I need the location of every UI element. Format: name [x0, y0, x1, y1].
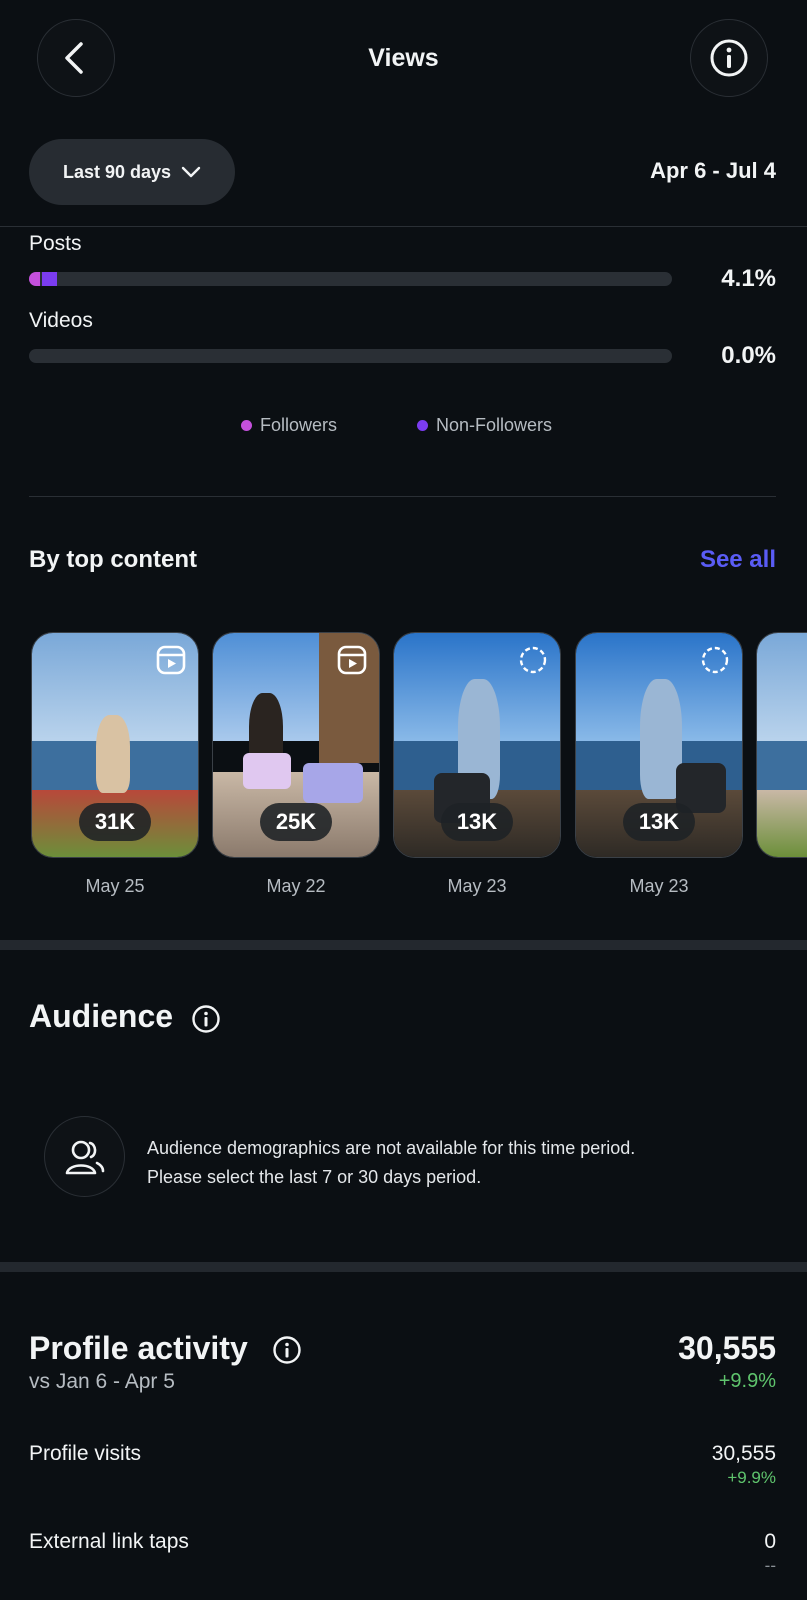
content-date: May 23	[447, 876, 507, 896]
posts-followers-fill	[29, 272, 40, 286]
legend-non-followers: Non-Followers	[417, 415, 552, 436]
page-title: Views	[368, 44, 439, 72]
top-content-item[interactable]: 31K	[31, 632, 199, 858]
chevron-down-icon	[181, 166, 201, 178]
section-separator	[0, 1262, 807, 1272]
audience-message-line: Audience demographics are not available …	[147, 1138, 636, 1158]
story-icon	[701, 646, 729, 674]
legend-followers-label: Followers	[260, 415, 338, 435]
view-count-badge: 13K	[623, 803, 695, 841]
content-date: May 23	[629, 876, 689, 896]
profile-visits-label: Profile visits	[29, 1442, 142, 1465]
date-range: Apr 6 - Jul 4	[650, 158, 776, 183]
top-content-item[interactable]: 25K	[212, 632, 380, 858]
view-count-badge: 31K	[79, 803, 151, 841]
story-icon	[519, 646, 547, 674]
external-link-taps-change: --	[764, 1556, 776, 1575]
top-content-item[interactable]: 13K	[575, 632, 743, 858]
audience-avatar	[44, 1116, 125, 1197]
info-icon	[710, 39, 748, 77]
non-followers-dot-icon	[417, 420, 428, 431]
profile-visits-value: 30,555	[711, 1442, 776, 1465]
legend-followers: Followers	[241, 415, 337, 436]
top-content-heading: By top content	[29, 546, 197, 573]
profile-activity-heading: Profile activity	[29, 1330, 248, 1366]
info-icon[interactable]	[272, 1335, 302, 1365]
audience-unavailable-message: Audience demographics are not available …	[147, 1134, 635, 1192]
info-button[interactable]	[690, 19, 768, 97]
audience-icon	[65, 1140, 104, 1174]
audience-heading: Audience	[29, 998, 174, 1034]
date-filter-label: Last 90 days	[62, 161, 172, 182]
videos-bar	[29, 349, 672, 363]
see-all-link[interactable]: See all	[700, 546, 776, 574]
posts-bar	[29, 272, 672, 286]
top-content-item[interactable]: 13K	[393, 632, 561, 858]
followers-dot-icon	[241, 420, 252, 431]
divider	[0, 226, 807, 227]
videos-label: Videos	[29, 309, 93, 332]
legend-non-followers-label: Non-Followers	[436, 415, 553, 435]
top-content-item[interactable]	[756, 632, 807, 858]
content-date: May 22	[266, 876, 326, 896]
section-separator	[0, 940, 807, 950]
reels-icon	[337, 645, 367, 675]
info-icon[interactable]	[191, 1004, 221, 1034]
videos-percent: 0.0%	[721, 342, 776, 369]
profile-visits-change: +9.9%	[727, 1468, 776, 1487]
divider	[29, 496, 776, 497]
content-date: May 25	[85, 876, 145, 896]
audience-message-line: Please select the last 7 or 30 days peri…	[147, 1167, 482, 1187]
reels-icon	[156, 645, 186, 675]
external-link-taps-label: External link taps	[29, 1530, 189, 1553]
date-filter-dropdown[interactable]: Last 90 days	[29, 139, 235, 205]
view-count-badge: 25K	[260, 803, 332, 841]
external-link-taps-value: 0	[764, 1530, 776, 1553]
view-count-badge: 13K	[441, 803, 513, 841]
posts-label: Posts	[29, 232, 82, 255]
posts-non-followers-fill	[42, 272, 57, 286]
comparison-period: vs Jan 6 - Apr 5	[29, 1370, 175, 1393]
profile-activity-total: 30,555	[678, 1330, 776, 1366]
posts-percent: 4.1%	[721, 265, 776, 292]
profile-activity-change: +9.9%	[718, 1370, 776, 1392]
